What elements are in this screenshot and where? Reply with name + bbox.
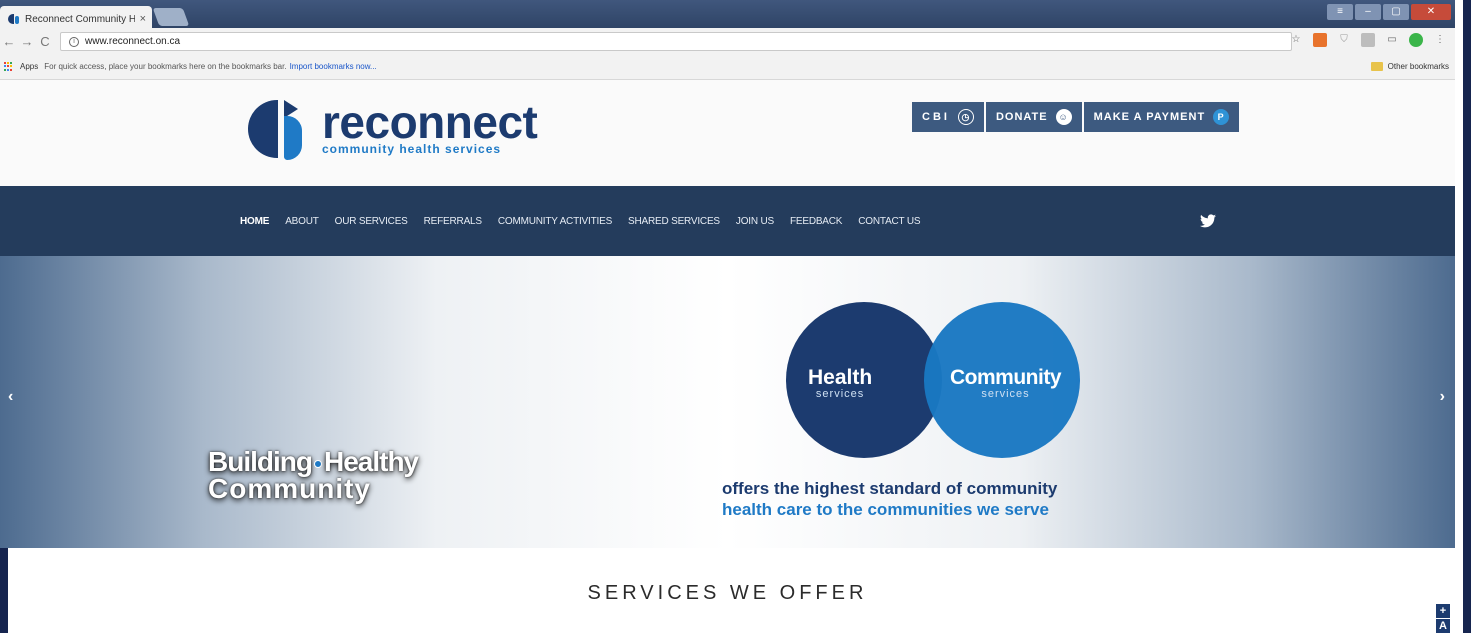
- donate-label: DONATE: [995, 111, 1048, 123]
- extension-orange-icon[interactable]: [1313, 33, 1327, 47]
- offer-line-1: offers the highest standard of community: [722, 479, 1058, 498]
- user-profile-button[interactable]: ≡: [1327, 4, 1353, 20]
- extension-icons: ☆ ⛉ ▭ ⋮: [1289, 33, 1447, 47]
- health-services-text: Health services: [808, 366, 873, 400]
- info-icon[interactable]: i: [69, 36, 79, 47]
- new-tab-button[interactable]: [152, 8, 190, 26]
- cast-icon[interactable]: ▭: [1385, 33, 1399, 47]
- hero-offer-text: offers the highest standard of community…: [722, 478, 1057, 520]
- browser-tab[interactable]: Reconnect Community H ×: [0, 6, 152, 28]
- nav-community-activities[interactable]: COMMUNITY ACTIVITIES: [490, 216, 620, 227]
- apps-link[interactable]: Apps: [20, 62, 38, 71]
- slider-prev-icon[interactable]: ‹: [8, 388, 13, 406]
- close-tab-icon[interactable]: ×: [140, 13, 146, 25]
- nav-feedback[interactable]: FEEDBACK: [782, 216, 850, 227]
- menu-dots-icon[interactable]: ⋮: [1433, 33, 1447, 47]
- nav-join-us[interactable]: JOIN US: [728, 216, 782, 227]
- hero-slider: ‹ › Building Healthy Community Health ser…: [0, 256, 1455, 548]
- donate-button[interactable]: DONATE ☺: [985, 102, 1082, 132]
- health-label: Health: [808, 366, 873, 389]
- nav-home[interactable]: HOME: [232, 216, 277, 227]
- other-bookmarks-label: Other bookmarks: [1387, 62, 1449, 71]
- reconnect-logo[interactable]: reconnect community health services: [248, 96, 538, 160]
- cbi-label: CBI: [922, 111, 950, 123]
- nav-shared-services[interactable]: SHARED SERVICES: [620, 216, 728, 227]
- close-window-button[interactable]: ✕: [1411, 4, 1451, 20]
- main-nav: HOME ABOUT OUR SERVICES REFERRALS COMMUN…: [0, 186, 1455, 256]
- make-payment-button[interactable]: MAKE A PAYMENT P: [1083, 102, 1240, 132]
- url-text: www.reconnect.on.ca: [85, 36, 181, 47]
- window-controls: ≡ – ▢ ✕: [1327, 4, 1451, 20]
- person-icon: ☺: [1055, 109, 1072, 125]
- logo-mark-icon: [248, 98, 310, 160]
- community-label: Community: [950, 366, 1062, 389]
- bookmarks-hint: For quick access, place your bookmarks h…: [44, 62, 287, 71]
- offer-line-2: health care to the communities we serve: [722, 500, 1049, 519]
- accessibility-widget: + A: [1436, 604, 1450, 633]
- extension-shield-icon[interactable]: ⛉: [1337, 33, 1351, 47]
- font-size-button[interactable]: A: [1436, 619, 1450, 633]
- health-sub-label: services: [815, 388, 865, 400]
- tab-strip: Reconnect Community H × ≡ – ▢ ✕: [0, 0, 1455, 28]
- maximize-button[interactable]: ▢: [1383, 4, 1409, 20]
- make-payment-label: MAKE A PAYMENT: [1093, 111, 1206, 123]
- community-services-text: Community services: [950, 366, 1062, 400]
- nav-our-services[interactable]: OUR SERVICES: [327, 216, 416, 227]
- address-bar[interactable]: i www.reconnect.on.ca: [60, 32, 1292, 51]
- nav-contact-us[interactable]: CONTACT US: [850, 216, 928, 227]
- services-heading: SERVICES WE OFFER: [587, 582, 868, 604]
- apps-icon[interactable]: [4, 61, 14, 72]
- clock-icon: ◷: [957, 109, 974, 125]
- site-header: reconnect community health services CBI …: [0, 80, 1455, 186]
- community-sub-label: services: [981, 388, 1030, 400]
- logo-name: reconnect: [322, 96, 538, 148]
- tab-title: Reconnect Community H: [25, 13, 135, 25]
- slider-next-icon[interactable]: ›: [1440, 388, 1445, 406]
- header-buttons: CBI ◷ DONATE ☺ MAKE A PAYMENT P: [912, 102, 1240, 132]
- nav-about[interactable]: ABOUT: [277, 216, 326, 227]
- hero-tagline: Building Healthy Community: [208, 448, 419, 504]
- increase-font-button[interactable]: +: [1436, 604, 1450, 618]
- folder-icon: [1370, 62, 1383, 71]
- cbi-button[interactable]: CBI ◷: [912, 102, 984, 132]
- nav-items: HOME ABOUT OUR SERVICES REFERRALS COMMUN…: [232, 186, 928, 256]
- bookmarks-bar: Apps For quick access, place your bookma…: [0, 54, 1455, 80]
- other-bookmarks[interactable]: Other bookmarks: [1370, 62, 1449, 71]
- tagline-community: Community: [208, 473, 371, 504]
- minimize-button[interactable]: –: [1355, 4, 1381, 20]
- extension-gray-icon[interactable]: [1361, 33, 1375, 47]
- reload-icon[interactable]: C: [36, 34, 54, 49]
- favicon-icon: [8, 13, 20, 25]
- twitter-icon[interactable]: [1200, 214, 1216, 228]
- back-arrow-icon[interactable]: ←: [0, 34, 18, 49]
- forward-arrow-icon[interactable]: →: [18, 34, 36, 49]
- browser-toolbar: ← → C i www.reconnect.on.ca ☆ ⛉ ▭ ⋮: [0, 28, 1455, 54]
- import-bookmarks-link[interactable]: Import bookmarks now...: [290, 62, 377, 71]
- tagline-dot-icon: [313, 459, 322, 468]
- paypal-icon: P: [1213, 109, 1230, 125]
- star-icon[interactable]: ☆: [1289, 33, 1303, 47]
- nav-referrals[interactable]: REFERRALS: [416, 216, 490, 227]
- extension-green-icon[interactable]: [1409, 33, 1423, 47]
